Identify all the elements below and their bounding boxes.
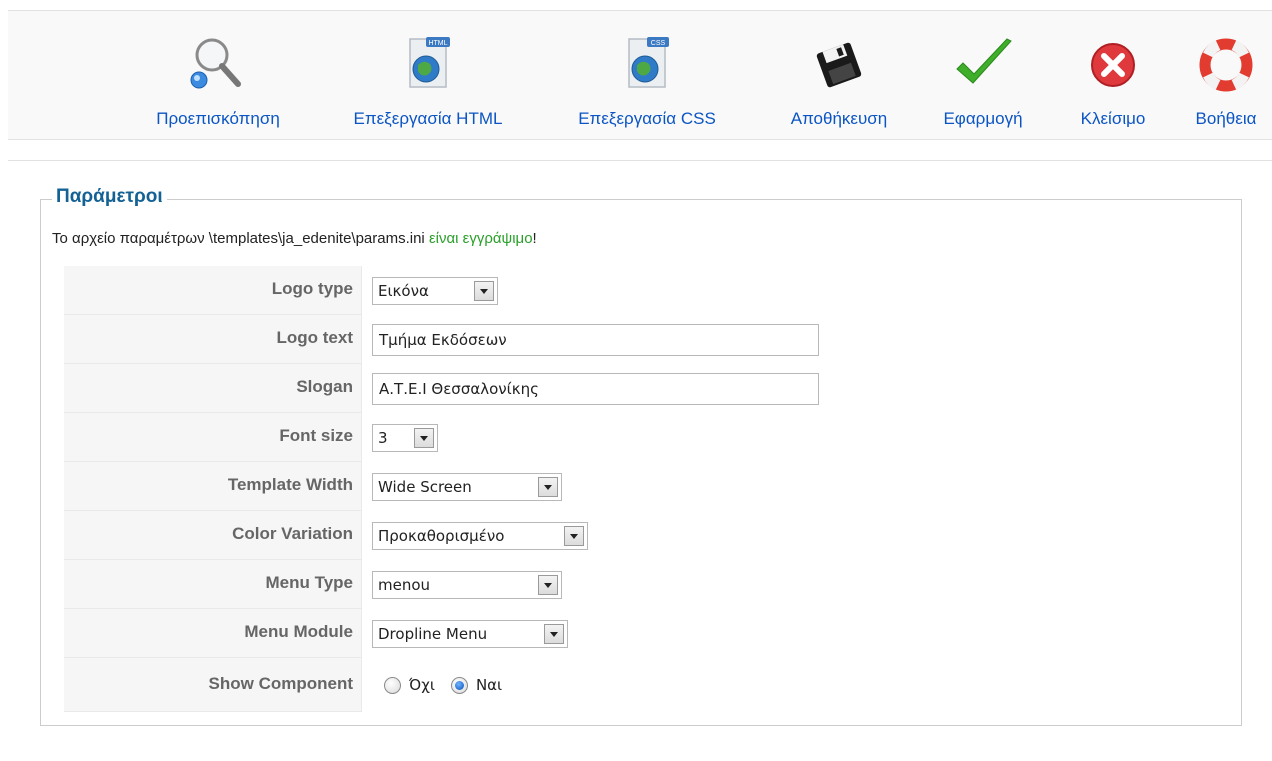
param-row-color-variation: Color Variation Προκαθορισμένο [64,511,862,560]
edit-css-label: Επεξεργασία CSS [578,109,716,128]
params-file-note: Το αρχείο παραμέτρων \templates\ja_edeni… [52,230,537,247]
chevron-down-icon [538,574,558,595]
param-row-show-component: Show Component Όχι Ναι [64,658,862,712]
param-row-slogan: Slogan Α.Τ.Ε.Ι Θεσσαλονίκης [64,364,862,413]
params-file-path: Το αρχείο παραμέτρων \templates\ja_edeni… [52,230,425,247]
parameters-table: Logo type Εικόνα Logo text Τμήμα Εκδόσεω… [64,266,862,712]
parameters-legend: Παράμετροι [52,186,167,208]
chevron-down-icon [538,476,558,497]
edit-html-label: Επεξεργασία HTML [353,109,503,128]
logo-text-input[interactable]: Τμήμα Εκδόσεων [372,323,819,356]
close-button[interactable]: Κλείσιμο [1060,11,1166,139]
edit-html-button[interactable]: HTML Επεξεργασία HTML [328,11,528,139]
edit-css-button[interactable]: CSS Επεξεργασία CSS [552,11,742,139]
logo-type-select[interactable]: Εικόνα [372,276,498,305]
color-variation-label: Color Variation [64,511,362,560]
css-file-icon: CSS [615,31,679,95]
color-variation-value: Προκαθορισμένο [378,526,505,545]
font-size-select[interactable]: 3 [372,423,438,452]
logo-text-label: Logo text [64,315,362,364]
chevron-down-icon [474,280,494,301]
writable-status: είναι εγγράψιμο [428,230,533,247]
slogan-label: Slogan [64,364,362,413]
template-width-value: Wide Screen [378,477,472,496]
css-badge-text: CSS [651,40,666,47]
close-icon [1081,31,1145,95]
menu-module-select[interactable]: Dropline Menu [372,619,568,648]
apply-button[interactable]: Εφαρμογή [928,11,1038,139]
menu-module-label: Menu Module [64,609,362,658]
font-size-value: 3 [378,428,388,447]
apply-label: Εφαρμογή [943,109,1023,128]
logo-type-value: Εικόνα [378,281,429,300]
html-badge-text: HTML [428,40,447,47]
color-variation-select[interactable]: Προκαθορισμένο [372,521,588,550]
preview-button[interactable]: Προεπισκόπηση [128,11,308,139]
preview-label: Προεπισκόπηση [156,109,280,128]
slogan-input[interactable]: Α.Τ.Ε.Ι Θεσσαλονίκης [372,372,819,405]
template-width-select[interactable]: Wide Screen [372,472,562,501]
lifebuoy-icon [1194,31,1258,95]
magnifier-icon [186,31,250,95]
help-label: Βοήθεια [1195,109,1257,128]
show-component-no-label: Όχι [409,676,435,694]
menu-type-value: menou [378,575,431,594]
show-component-yes-label: Ναι [475,676,503,694]
html-file-icon: HTML [396,31,460,95]
separator-line [8,160,1272,161]
chevron-down-icon [564,525,584,546]
save-button[interactable]: Αποθήκευση [764,11,914,139]
checkmark-icon [951,31,1015,95]
param-row-menu-module: Menu Module Dropline Menu [64,609,862,658]
help-button[interactable]: Βοήθεια [1180,11,1272,139]
show-component-no-radio[interactable] [384,676,401,694]
save-label: Αποθήκευση [790,109,888,128]
show-component-label: Show Component [64,658,362,712]
param-row-logo-text: Logo text Τμήμα Εκδόσεων [64,315,862,364]
show-component-yes-radio[interactable] [450,676,468,694]
param-row-template-width: Template Width Wide Screen [64,462,862,511]
chevron-down-icon [414,427,434,448]
param-row-logo-type: Logo type Εικόνα [64,266,862,315]
close-label: Κλείσιμο [1080,109,1146,128]
menu-type-label: Menu Type [64,560,362,609]
param-row-font-size: Font size 3 [64,413,862,462]
menu-type-select[interactable]: menou [372,570,562,599]
floppy-disk-icon [807,31,871,95]
chevron-down-icon [544,623,564,644]
note-suffix: ! [532,230,537,247]
toolbar: Προεπισκόπηση HTML Επεξεργασία HTML CSS [8,10,1272,140]
menu-module-value: Dropline Menu [378,624,488,643]
logo-type-label: Logo type [64,266,362,315]
font-size-label: Font size [64,413,362,462]
template-width-label: Template Width [64,462,362,511]
param-row-menu-type: Menu Type menou [64,560,862,609]
